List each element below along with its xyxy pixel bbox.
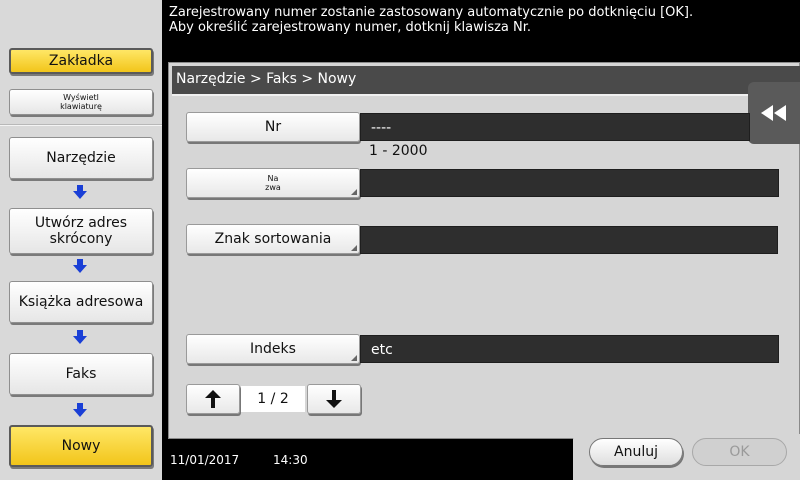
instruction-line2: Aby określić zarejestrowany numer, dotkn… — [169, 20, 532, 35]
corner-triangle-icon — [351, 189, 357, 195]
ok-button[interactable]: OK — [692, 438, 787, 466]
name-field[interactable] — [360, 169, 779, 197]
status-date: 11/01/2017 — [170, 453, 240, 467]
sidebar-step-fax[interactable]: Faks — [9, 353, 153, 395]
sort-character-field[interactable] — [360, 226, 778, 254]
name-button[interactable]: Na zwa — [186, 168, 360, 198]
name-label-line1: Na — [267, 174, 279, 183]
status-time: 14:30 — [273, 453, 308, 467]
arrow-down-icon — [326, 390, 342, 408]
arrow-up-icon — [205, 390, 221, 408]
nr-button[interactable]: Nr — [186, 112, 360, 142]
cancel-button[interactable]: Anuluj — [589, 438, 683, 466]
page-total: 2 — [279, 391, 289, 407]
arrow-down-icon — [73, 259, 87, 273]
sidebar-step-create-speed-dial[interactable]: Utwórz adres skrócony — [9, 208, 153, 254]
page-down-button[interactable] — [307, 384, 361, 414]
sidebar-step-new[interactable]: Nowy — [9, 425, 153, 467]
show-keyboard-label-line1: Wyświetl — [63, 93, 99, 102]
sidebar-step-label: Narzędzie — [46, 150, 116, 166]
sidebar-step-label: Faks — [65, 366, 97, 382]
sidebar-step-label-line2: skrócony — [49, 231, 113, 247]
sidebar-step-label: Książka adresowa — [18, 294, 144, 310]
arrow-down-icon — [73, 403, 87, 417]
nr-range: 1 - 2000 — [369, 143, 428, 159]
nr-field[interactable]: ---- — [360, 113, 750, 141]
index-field[interactable]: etc — [360, 335, 779, 363]
name-label-line2: zwa — [265, 183, 281, 192]
breadcrumb: Narzędzie > Faks > Nowy — [172, 66, 800, 96]
sort-character-label: Znak sortowania — [214, 231, 332, 247]
bookmark-button[interactable]: Zakładka — [9, 48, 153, 74]
show-keyboard-button[interactable]: Wyświetl klawiaturę — [9, 89, 153, 115]
sidebar-step-address-book[interactable]: Książka adresowa — [9, 281, 153, 323]
page-current: 1 — [257, 391, 267, 407]
status-bar: 11/01/2017 14:30 — [168, 440, 574, 480]
instruction-message: Zarejestrowany numer zostanie zastosowan… — [169, 5, 693, 35]
instruction-line1: Zarejestrowany numer zostanie zastosowan… — [169, 5, 694, 20]
nr-label: Nr — [264, 119, 282, 135]
page-separator: / — [270, 391, 276, 407]
sidebar-divider — [0, 124, 162, 126]
sidebar-step-label-line1: Utwórz adres — [34, 215, 128, 231]
sidebar-step-label: Nowy — [61, 438, 101, 454]
sidebar-step-tool[interactable]: Narzędzie — [9, 137, 153, 179]
corner-triangle-icon — [351, 355, 357, 361]
page-indicator: 1 / 2 — [241, 386, 305, 412]
arrow-down-icon — [73, 185, 87, 199]
show-keyboard-label-line2: klawiaturę — [60, 102, 102, 111]
page-up-button[interactable] — [186, 384, 240, 414]
sidebar: Zakładka Wyświetl klawiaturę Narzędzie U… — [0, 0, 162, 480]
double-left-arrow-icon — [761, 105, 786, 121]
corner-triangle-icon — [351, 245, 357, 251]
index-button[interactable]: Indeks — [186, 334, 360, 364]
bookmark-label: Zakładka — [48, 53, 114, 69]
index-label: Indeks — [250, 341, 296, 357]
back-tab[interactable] — [748, 82, 800, 144]
sort-character-button[interactable]: Znak sortowania — [186, 224, 360, 254]
arrow-down-icon — [73, 330, 87, 344]
